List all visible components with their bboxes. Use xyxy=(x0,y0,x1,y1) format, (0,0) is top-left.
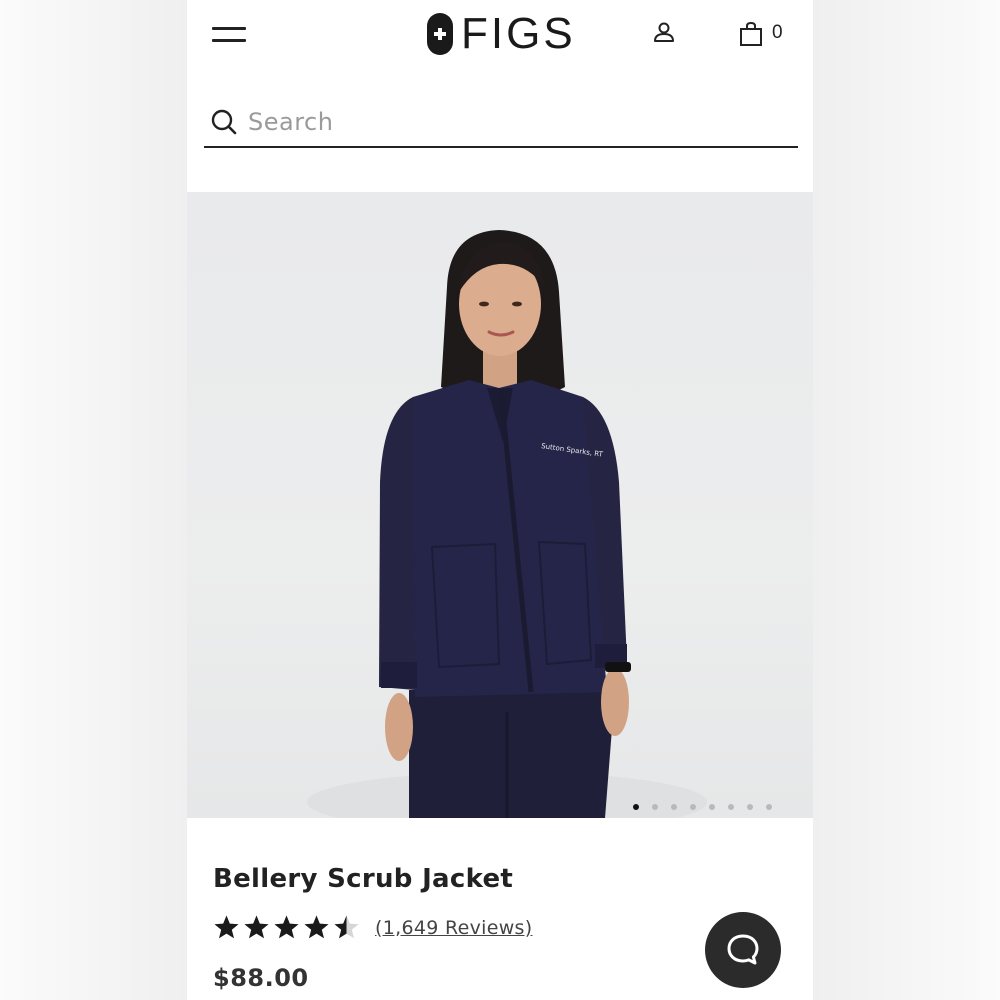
gallery-dot[interactable] xyxy=(709,804,715,810)
gallery-dot[interactable] xyxy=(766,804,772,810)
product-rating[interactable]: (1,649 Reviews) xyxy=(213,914,532,941)
star-full-icon xyxy=(304,915,329,939)
background-right xyxy=(813,0,1000,1000)
star-full-icon xyxy=(274,915,299,939)
search-icon[interactable] xyxy=(210,108,238,136)
gallery-dot[interactable] xyxy=(690,804,696,810)
brand-logo[interactable]: FIGS xyxy=(427,12,576,56)
menu-icon[interactable] xyxy=(212,24,246,44)
shopping-bag-icon[interactable] xyxy=(738,21,764,47)
account-icon[interactable] xyxy=(651,20,677,46)
gallery-dot[interactable] xyxy=(728,804,734,810)
gallery-dot[interactable] xyxy=(633,804,639,810)
gallery-pagination xyxy=(633,804,772,810)
product-title: Bellery Scrub Jacket xyxy=(213,864,514,894)
model-photo: Sutton Sparks, RT xyxy=(307,230,707,818)
chat-button[interactable] xyxy=(705,912,781,988)
rating-stars xyxy=(213,914,363,941)
search-input[interactable] xyxy=(248,104,788,140)
site-header: FIGS 0 xyxy=(187,0,813,70)
star-half-icon xyxy=(334,915,359,939)
background-left xyxy=(0,0,187,1000)
search-bar[interactable] xyxy=(204,100,798,148)
figs-logo-mark xyxy=(427,13,453,55)
star-full-icon xyxy=(214,915,239,939)
brand-name: FIGS xyxy=(461,9,576,58)
gallery-dot[interactable] xyxy=(652,804,658,810)
mobile-viewport: FIGS 0 Search Sutton Sparks, RT Bellery … xyxy=(187,0,813,1000)
star-full-icon xyxy=(244,915,269,939)
chat-bubble-icon xyxy=(727,934,759,965)
product-price: $88.00 xyxy=(213,964,309,992)
gallery-dot[interactable] xyxy=(747,804,753,810)
gallery-dot[interactable] xyxy=(671,804,677,810)
cart-count[interactable]: 0 xyxy=(772,22,783,44)
reviews-link[interactable]: (1,649 Reviews) xyxy=(375,917,532,939)
product-image[interactable]: Sutton Sparks, RT xyxy=(187,192,813,818)
